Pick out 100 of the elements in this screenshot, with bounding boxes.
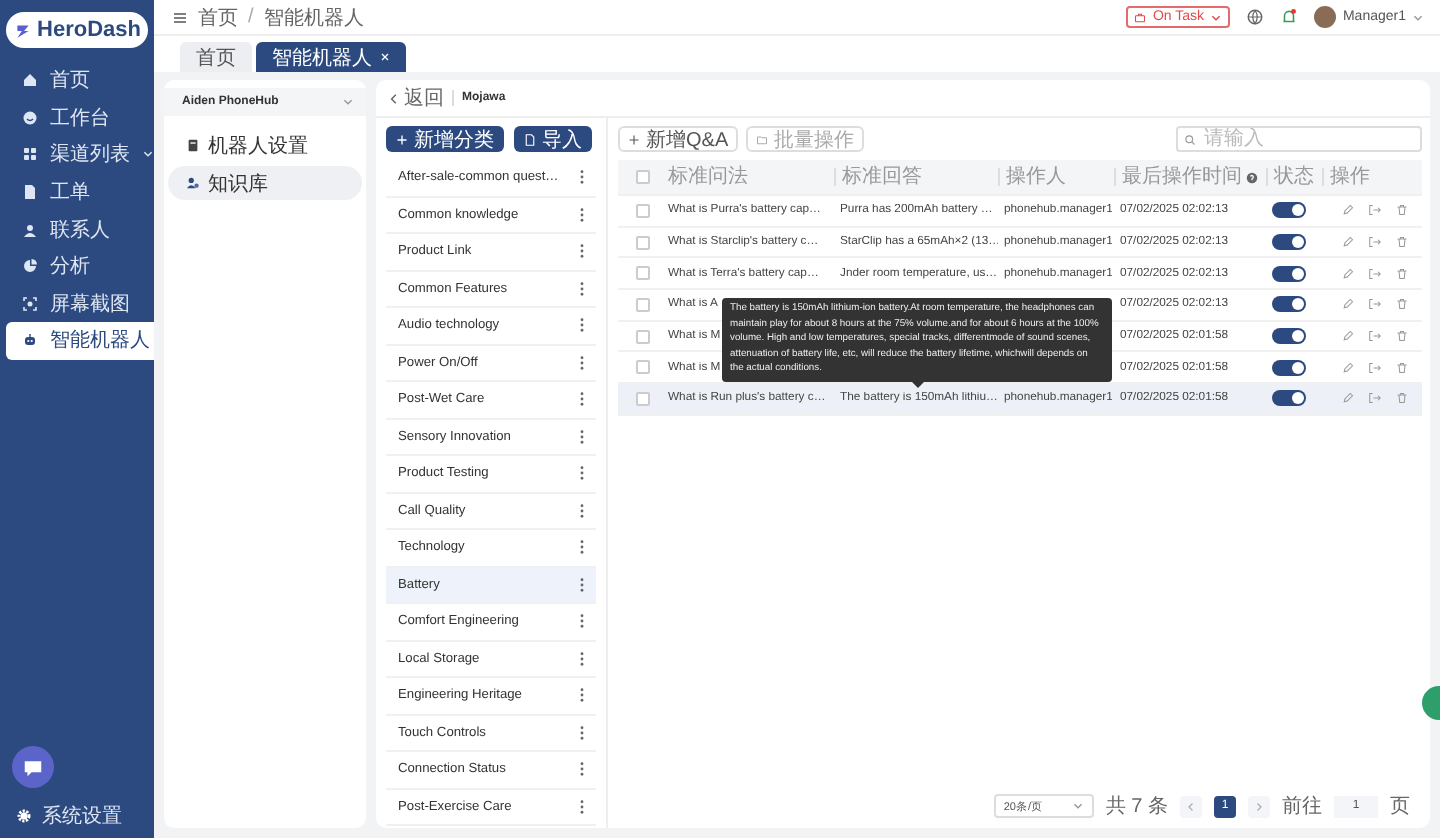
users-icon [186,176,200,190]
chat-button[interactable] [12,746,54,788]
prev-page-button[interactable] [1180,795,1202,817]
nav-item[interactable]: 工单 [6,173,154,211]
help-icon [1246,171,1258,183]
status-toggle[interactable] [1272,390,1306,407]
robot-icon [22,332,38,349]
export-icon[interactable] [1368,236,1382,249]
column-header: 操作 [1322,168,1422,186]
row-checkbox[interactable] [636,329,650,344]
logo-icon [13,21,32,39]
add-category-button[interactable]: 新增分类 [386,126,504,152]
chevron-down-icon [1071,800,1084,812]
contact-icon [22,221,38,238]
next-page-button[interactable] [1248,795,1270,817]
column-header: 最后操作时间 [1114,168,1266,186]
row-checkbox[interactable] [636,391,650,406]
back-link[interactable]: 返回 [388,84,444,112]
column-header: 状态 [1266,168,1322,186]
menu-icon [172,9,188,25]
chevron-down-icon [142,148,154,161]
smiley-icon [22,109,38,126]
export-icon[interactable] [1368,204,1382,217]
home-icon [22,72,38,89]
chevron-right-icon [1254,801,1264,811]
export-icon[interactable] [1368,298,1382,311]
settings-icon [16,808,32,824]
export-icon[interactable] [1368,361,1382,374]
nav-item[interactable]: 屏幕截图 [6,285,154,323]
breadcrumb-item: 智能机器人 [263,5,364,31]
export-icon[interactable] [1368,267,1382,280]
chevron-left-icon [1186,801,1196,811]
column-header: 操作人 [998,168,1114,186]
export-icon[interactable] [1368,392,1382,405]
edit-icon[interactable] [1342,236,1354,249]
search-field[interactable]: 请输入 [1176,126,1422,152]
status-toggle[interactable] [1272,265,1306,282]
row-checkbox[interactable] [636,235,650,250]
delete-icon[interactable] [1396,236,1408,249]
add-qa-button[interactable]: 新增Q&A [618,126,739,152]
bot-menu-item[interactable]: 机器人设置 [168,128,362,162]
delete-icon[interactable] [1396,392,1408,405]
logo-text: HeroDash [37,18,141,42]
status-toggle[interactable] [1272,234,1306,251]
chevron-down-icon [1210,11,1223,23]
avatar [1314,6,1337,28]
bot-menu-item[interactable]: 知识库 [168,166,362,200]
import-button[interactable]: 导入 [514,126,592,152]
select-all-checkbox[interactable] [636,170,650,184]
chat-icon [22,757,44,777]
tab[interactable]: 首页 [180,42,252,72]
chevron-down-icon [1412,11,1424,23]
delete-icon[interactable] [1396,204,1408,217]
clipboard-icon [186,138,200,152]
nav-item[interactable]: 首页 [6,62,154,100]
column-header: 标准回答 [834,168,998,186]
row-checkbox[interactable] [636,360,650,375]
delete-icon[interactable] [1396,298,1408,311]
nav-item[interactable]: 渠道列表 [6,136,154,174]
status-toggle[interactable] [1272,359,1306,376]
bell-icon[interactable] [1280,8,1299,26]
breadcrumb-separator: / [248,6,254,28]
nav-item[interactable]: 智能机器人 [6,322,154,360]
edit-icon[interactable] [1342,204,1354,217]
row-checkbox[interactable] [636,297,650,312]
breadcrumb-item[interactable]: 首页 [198,3,238,31]
edit-icon[interactable] [1342,392,1354,405]
document-icon [22,184,38,201]
chevron-down-icon [342,96,354,108]
logo[interactable]: HeroDash [6,12,148,48]
delete-icon[interactable] [1396,361,1408,374]
globe-icon [1246,8,1265,26]
status-toggle[interactable] [1272,296,1306,313]
grid-icon [22,146,38,163]
plus-icon [628,133,640,145]
plus-icon [396,133,408,145]
pie-chart-icon [22,258,38,275]
nav-item[interactable]: 联系人 [6,210,154,248]
edit-icon[interactable] [1342,298,1354,311]
folder-icon [756,133,769,145]
goto-label: 前往 [1282,793,1322,820]
delete-icon[interactable] [1396,267,1408,280]
nav-item[interactable]: 分析 [6,247,154,286]
tab[interactable]: 智能机器人 [256,42,406,72]
status-toggle[interactable] [1272,202,1306,219]
close-icon[interactable] [380,52,390,62]
search-icon [1184,133,1196,145]
edit-icon[interactable] [1342,361,1354,374]
column-header: 标准问法 [666,168,750,186]
nav-item[interactable]: 工作台 [6,99,154,137]
status-toggle[interactable] [1272,328,1306,345]
settings-item[interactable]: 系统设置 [0,788,154,838]
row-checkbox[interactable] [636,266,650,281]
total-count: 共 7 条 [1105,793,1168,820]
export-icon[interactable] [1368,330,1382,343]
briefcase-icon [1134,11,1147,23]
delete-icon[interactable] [1396,330,1408,343]
edit-icon[interactable] [1342,267,1354,280]
edit-icon[interactable] [1342,330,1354,343]
row-checkbox[interactable] [636,203,650,218]
